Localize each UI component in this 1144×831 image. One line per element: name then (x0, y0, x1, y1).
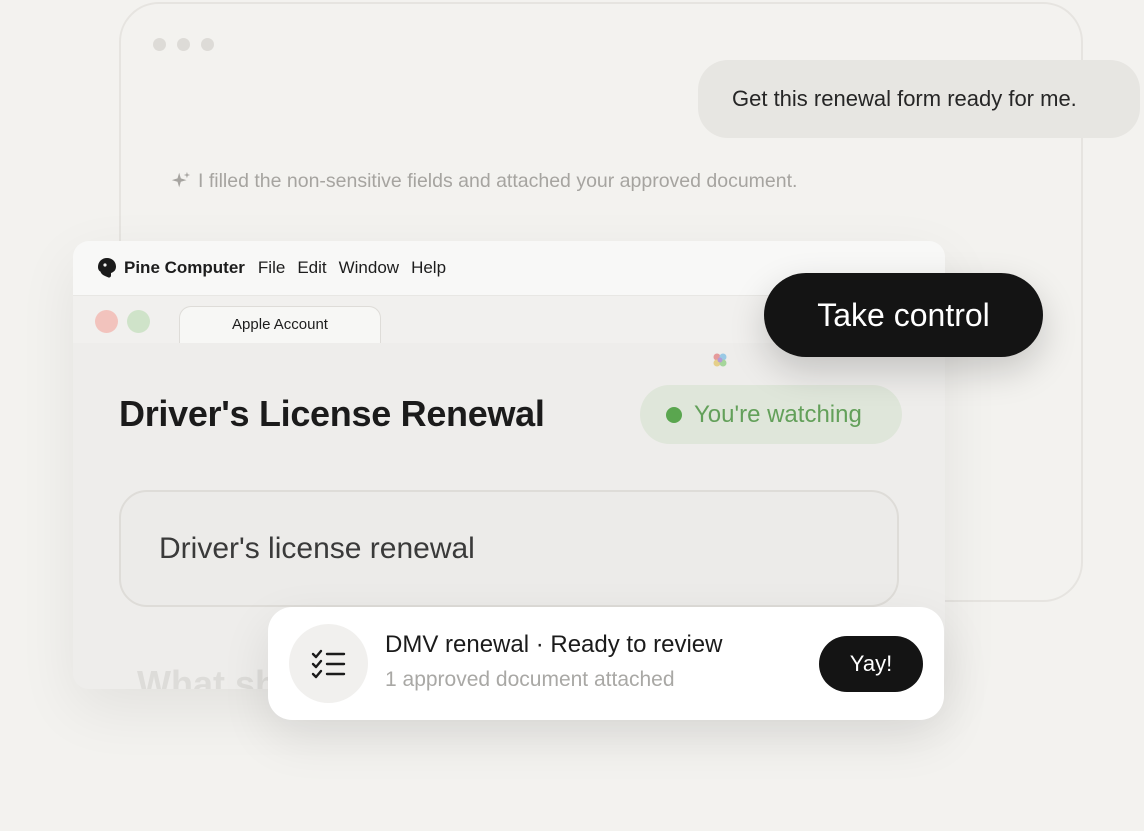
review-toast: DMV renewal · Ready to review 1 approved… (268, 607, 944, 720)
renewal-type-field[interactable]: Driver's license renewal (119, 490, 899, 607)
window-dots (153, 38, 214, 51)
toast-subtitle: 1 approved document attached (385, 668, 675, 691)
page-title: Driver's License Renewal (119, 393, 545, 434)
window-dot (201, 38, 214, 51)
watching-status-badge: You're watching (640, 385, 902, 444)
zoom-window-button[interactable] (127, 310, 150, 333)
window-dot (177, 38, 190, 51)
take-control-button[interactable]: Take control (764, 273, 1043, 357)
toast-icon-container (289, 624, 368, 703)
watching-status-label: You're watching (694, 400, 862, 428)
user-message-bubble: Get this renewal form ready for me. (698, 60, 1140, 138)
pine-logo-icon (98, 258, 116, 278)
stage: Get this renewal form ready for me. I fi… (0, 0, 1144, 831)
assistant-message: I filled the non-sensitive fields and at… (170, 168, 797, 194)
sparkle-icon (171, 171, 191, 188)
menu-app-name[interactable]: Pine Computer (124, 258, 245, 278)
menu-item-help[interactable]: Help (411, 258, 446, 278)
menu-item-edit[interactable]: Edit (297, 258, 326, 278)
yay-button[interactable]: Yay! (819, 636, 923, 692)
close-window-button[interactable] (95, 310, 118, 333)
assistant-message-text: I filled the non-sensitive fields and at… (198, 169, 798, 192)
tab-apple-account[interactable]: Apple Account (179, 306, 381, 344)
toast-title: DMV renewal · Ready to review (385, 631, 723, 658)
window-dot (153, 38, 166, 51)
checklist-icon (311, 649, 345, 678)
next-question-heading: What sh (137, 663, 277, 689)
status-dot-icon (666, 406, 682, 423)
menu-item-file[interactable]: File (258, 258, 285, 278)
agent-cursor-icon (713, 353, 727, 367)
menu-item-window[interactable]: Window (339, 258, 399, 278)
